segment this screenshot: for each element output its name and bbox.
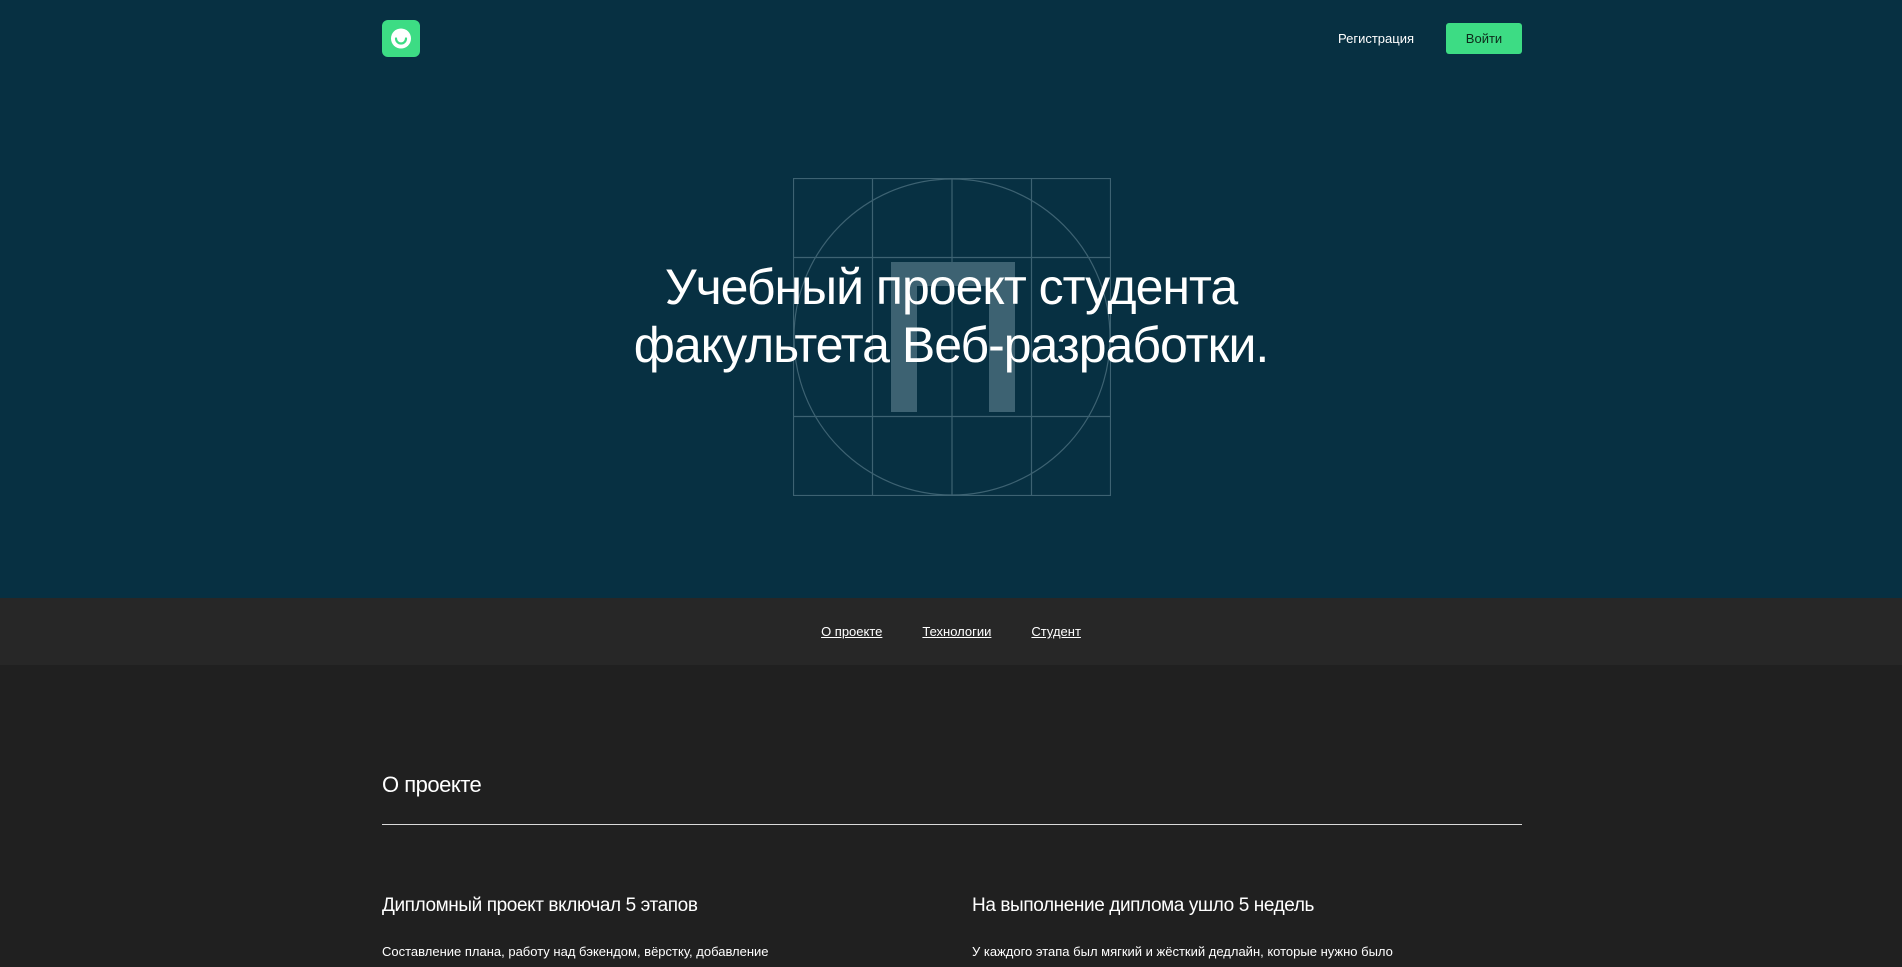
site-header: Регистрация Войти [382, 20, 1522, 58]
hero-title: Учебный проект студента факультета Веб-р… [451, 258, 1451, 374]
page: Регистрация Войти Учебный проект студент… [0, 0, 1902, 967]
hero-title-line-1: Учебный проект студента [664, 259, 1238, 315]
hero-title-line-2: факультета Веб-разработки. [633, 317, 1270, 373]
logo[interactable] [382, 20, 420, 57]
column-title: Дипломный проект включал 5 этапов [382, 895, 698, 916]
about-column-stages: Дипломный проект включал 5 этапов Состав… [382, 895, 942, 961]
register-link[interactable]: Регистрация [1338, 31, 1414, 46]
about-column-duration: На выполнение диплома ушло 5 недель У ка… [972, 895, 1532, 961]
login-button[interactable]: Войти [1446, 23, 1522, 54]
nav-link-student[interactable]: Студент [1031, 624, 1081, 639]
hero-section: Регистрация Войти Учебный проект студент… [0, 0, 1902, 598]
section-nav: О проекте Технологии Студент [0, 598, 1902, 665]
smile-icon [391, 28, 411, 49]
nav-link-about[interactable]: О проекте [821, 624, 882, 639]
column-text: Составление плана, работу над бэкендом, … [382, 944, 769, 959]
auth-nav: Регистрация Войти [1338, 23, 1522, 54]
nav-link-technologies[interactable]: Технологии [922, 624, 991, 639]
column-text: У каждого этапа был мягкий и жёсткий дед… [972, 944, 1393, 959]
about-heading: О проекте [382, 772, 482, 797]
column-title: На выполнение диплома ушло 5 недель [972, 895, 1314, 916]
divider [382, 824, 1522, 825]
